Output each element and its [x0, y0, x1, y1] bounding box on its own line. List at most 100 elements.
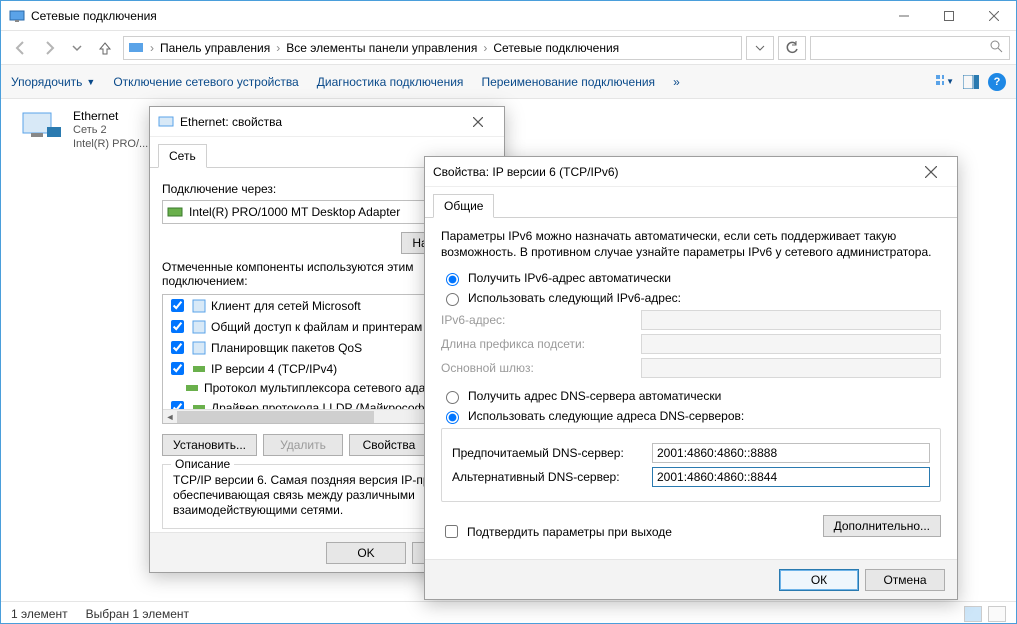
breadcrumb-part[interactable]: Сетевые подключения [489, 41, 623, 55]
default-gateway-input [641, 358, 941, 378]
remove-button[interactable]: Удалить [263, 434, 343, 456]
component-checkbox[interactable] [171, 341, 184, 354]
disable-device-button[interactable]: Отключение сетевого устройства [113, 75, 298, 89]
radio-auto-dns-label: Получить адрес DNS-сервера автоматически [468, 389, 721, 403]
status-count: 1 элемент [11, 607, 68, 621]
radio-auto-dns[interactable]: Получить адрес DNS-сервера автоматически [441, 388, 941, 404]
validate-on-exit-checkbox[interactable]: Подтвердить параметры при выходе [441, 522, 672, 541]
properties-label: Свойства [363, 438, 416, 452]
subnet-prefix-label: Длина префикса подсети: [441, 337, 641, 351]
network-icon [158, 114, 174, 130]
toolbar: Упорядочить▼ Отключение сетевого устройс… [1, 65, 1016, 99]
more-button[interactable]: » [673, 75, 680, 89]
up-button[interactable] [91, 34, 119, 62]
ipv6-properties-dialog: Свойства: IP версии 6 (TCP/IPv6) Общие П… [424, 156, 958, 600]
address-dropdown[interactable] [746, 36, 774, 60]
radio-auto-dns-input[interactable] [446, 391, 459, 404]
address-bar[interactable]: › Панель управления › Все элементы панел… [123, 36, 742, 60]
preferred-dns-input[interactable] [652, 443, 930, 463]
dialog-title: Свойства: IP версии 6 (TCP/IPv6) [433, 165, 913, 179]
search-icon [989, 39, 1003, 56]
description-legend: Описание [171, 457, 234, 471]
disable-label: Отключение сетевого устройства [113, 75, 298, 89]
search-input[interactable] [810, 36, 1010, 60]
ok-button[interactable]: OK [326, 542, 406, 564]
minimize-button[interactable] [881, 2, 926, 30]
advanced-button[interactable]: Дополнительно... [823, 515, 941, 537]
adapter-icon [167, 204, 183, 220]
component-checkbox[interactable] [171, 362, 184, 375]
radio-auto-ip-label: Получить IPv6-адрес автоматически [468, 271, 671, 285]
connection-network: Сеть 2 [73, 123, 148, 137]
organize-label: Упорядочить [11, 75, 82, 89]
radio-manual-dns-label: Использовать следующие адреса DNS-сервер… [468, 409, 744, 423]
dialog-close-button[interactable] [460, 110, 496, 134]
window-title: Сетевые подключения [31, 9, 881, 23]
details-view-icon[interactable] [964, 606, 982, 622]
alternate-dns-input[interactable] [652, 467, 930, 487]
component-label: Клиент для сетей Microsoft [211, 299, 361, 313]
validate-on-exit-label: Подтвердить параметры при выходе [467, 525, 672, 539]
install-label: Установить... [173, 438, 246, 452]
help-icon[interactable]: ? [988, 73, 1006, 91]
back-button[interactable] [7, 34, 35, 62]
connection-adapter: Intel(R) PRO/... [73, 137, 148, 151]
preview-pane-icon[interactable] [962, 73, 980, 91]
component-checkbox[interactable] [171, 299, 184, 312]
preferred-dns-label: Предпочитаемый DNS-сервер: [452, 446, 652, 460]
dialog-titlebar: Ethernet: свойства [150, 107, 504, 137]
breadcrumb-part[interactable]: Все элементы панели управления [282, 41, 481, 55]
window-icon [9, 8, 25, 24]
breadcrumb-part[interactable]: Панель управления [156, 41, 274, 55]
large-icons-view-icon[interactable] [988, 606, 1006, 622]
more-label: » [673, 75, 680, 89]
diagnose-label: Диагностика подключения [317, 75, 464, 89]
advanced-label: Дополнительно... [834, 519, 930, 533]
dialog-title: Ethernet: свойства [180, 115, 460, 129]
navbar: › Панель управления › Все элементы панел… [1, 31, 1016, 65]
install-button[interactable]: Установить... [162, 434, 257, 456]
component-checkbox[interactable] [171, 320, 184, 333]
forward-button[interactable] [35, 34, 63, 62]
diagnose-button[interactable]: Диагностика подключения [317, 75, 464, 89]
ok-label: ОК [811, 573, 827, 587]
connection-item-ethernet[interactable]: Ethernet Сеть 2 Intel(R) PRO/... [21, 109, 148, 151]
adapter-name: Intel(R) PRO/1000 MT Desktop Adapter [189, 205, 400, 219]
remove-label: Удалить [280, 438, 326, 452]
close-button[interactable] [971, 2, 1016, 30]
radio-auto-ip-input[interactable] [446, 273, 459, 286]
ethernet-icon [21, 109, 65, 145]
ipv6-address-label: IPv6-адрес: [441, 313, 641, 327]
default-gateway-label: Основной шлюз: [441, 361, 641, 375]
refresh-button[interactable] [778, 36, 806, 60]
tab-network[interactable]: Сеть [158, 144, 207, 168]
radio-manual-dns-input[interactable] [446, 411, 459, 424]
rename-button[interactable]: Переименование подключения [481, 75, 655, 89]
status-selected: Выбран 1 элемент [86, 607, 189, 621]
maximize-button[interactable] [926, 2, 971, 30]
properties-button[interactable]: Свойства [349, 434, 429, 456]
component-icon [184, 380, 200, 396]
cancel-button[interactable]: Отмена [865, 569, 945, 591]
alternate-dns-label: Альтернативный DNS-сервер: [452, 470, 652, 484]
ok-button[interactable]: ОК [779, 569, 859, 591]
radio-manual-dns[interactable]: Использовать следующие адреса DNS-сервер… [441, 408, 941, 424]
tab-label: Сеть [169, 149, 196, 163]
view-icon[interactable]: ▼ [936, 73, 954, 91]
component-label: Планировщик пакетов QoS [211, 341, 362, 355]
organize-menu[interactable]: Упорядочить▼ [11, 75, 95, 89]
radio-manual-ip[interactable]: Использовать следующий IPv6-адрес: [441, 290, 941, 306]
radio-auto-ip[interactable]: Получить IPv6-адрес автоматически [441, 270, 941, 286]
rename-label: Переименование подключения [481, 75, 655, 89]
dialog-close-button[interactable] [913, 160, 949, 184]
component-icon [191, 361, 207, 377]
tab-general[interactable]: Общие [433, 194, 494, 218]
history-dropdown[interactable] [63, 34, 91, 62]
component-label: IP версии 4 (TCP/IPv4) [211, 362, 337, 376]
radio-manual-ip-input[interactable] [446, 293, 459, 306]
window-controls [881, 2, 1016, 30]
ipv6-address-input [641, 310, 941, 330]
validate-on-exit-input[interactable] [445, 525, 458, 538]
ok-label: OK [357, 546, 374, 560]
titlebar: Сетевые подключения [1, 1, 1016, 31]
